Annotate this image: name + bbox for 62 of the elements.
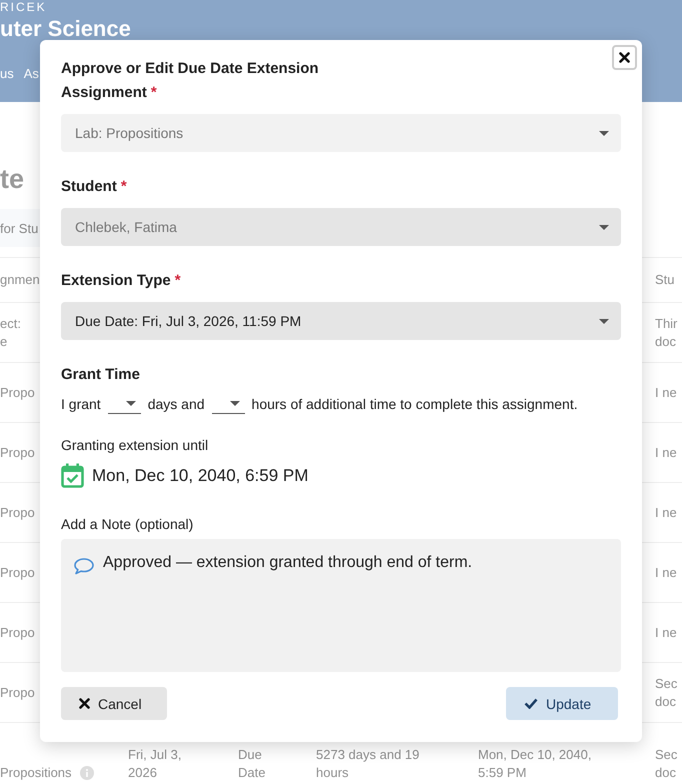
table-text: Thir <box>655 314 678 332</box>
table-text: Propo <box>0 624 35 642</box>
table-text: I ne <box>655 384 677 402</box>
note-label: Add a Note (optional) <box>61 516 194 532</box>
table-text: Date <box>238 764 266 782</box>
table-text: Propo <box>0 504 35 522</box>
cancel-button[interactable]: Cancel <box>61 687 167 720</box>
table-text: Propo <box>0 444 35 462</box>
caret-icon <box>126 401 136 406</box>
table-text: 5273 days and 19 <box>316 746 420 764</box>
field-label: Extension Type * <box>61 272 181 290</box>
close-icon <box>79 698 90 709</box>
caret-icon <box>599 130 609 136</box>
sentence-text: hours of additional time to complete this assignment. <box>252 396 578 412</box>
nav-link[interactable]: As <box>24 66 39 81</box>
close-icon <box>619 52 630 63</box>
table-text: Propo <box>0 564 35 582</box>
table-text: ect: <box>0 314 21 332</box>
table-text: I ne <box>655 444 677 462</box>
table-text: I ne <box>655 504 677 522</box>
table-text: Propo <box>0 684 35 702</box>
section-label: Grant Time <box>61 366 140 384</box>
table-text: doc <box>655 764 676 782</box>
table-text: 2026 <box>128 764 157 782</box>
page-heading: te <box>0 164 24 195</box>
table-text: Fri, Jul 3, <box>128 746 182 764</box>
field-label: Assignment * <box>61 84 157 102</box>
field-label: Student * <box>61 178 127 196</box>
table-text: 5:59 PM <box>478 764 526 782</box>
brand-text: RICEK <box>0 0 47 14</box>
table-text: I ne <box>655 624 677 642</box>
table-text: Mon, Dec 10, 2040, <box>478 746 592 764</box>
note-text: Approved — extension granted through end of term. <box>103 553 472 573</box>
sentence-text: days and <box>148 396 205 412</box>
calendar-check-icon <box>61 463 84 488</box>
table-text: gnmen <box>0 271 40 289</box>
table-text: hours <box>316 764 349 782</box>
until-label: Granting extension until <box>61 437 208 453</box>
table-text: doc <box>655 692 676 710</box>
table-text: e <box>0 332 8 350</box>
table-text: Propositions <box>0 764 72 782</box>
check-icon <box>524 698 538 709</box>
course-title: uter Science <box>0 18 131 40</box>
speech-bubble-icon <box>73 557 95 575</box>
update-button[interactable]: Update <box>506 687 618 720</box>
dialog-title: Approve or Edit Due Date Extension <box>61 60 319 78</box>
table-text: Propo <box>0 384 35 402</box>
close-button[interactable] <box>612 45 637 70</box>
caret-icon <box>599 318 609 324</box>
table-text: Sec <box>655 746 678 764</box>
nav-link[interactable]: us <box>0 66 14 81</box>
table-text: Sec <box>655 674 678 692</box>
table-text: doc <box>655 332 676 350</box>
sentence-text: I grant <box>61 396 101 412</box>
table-text: Due <box>238 746 262 764</box>
select-field[interactable]: Due Date: Fri, Jul 3, 2026, 11:59 PM <box>61 302 621 340</box>
extension-date: Mon, Dec 10, 2040, 6:59 PM <box>92 466 308 486</box>
table-text: I ne <box>655 564 677 582</box>
note-field[interactable]: Approved — extension granted through end of term. <box>61 539 621 672</box>
caret-icon <box>599 224 609 230</box>
caret-icon <box>230 401 240 406</box>
table-text: Stu <box>655 271 675 289</box>
